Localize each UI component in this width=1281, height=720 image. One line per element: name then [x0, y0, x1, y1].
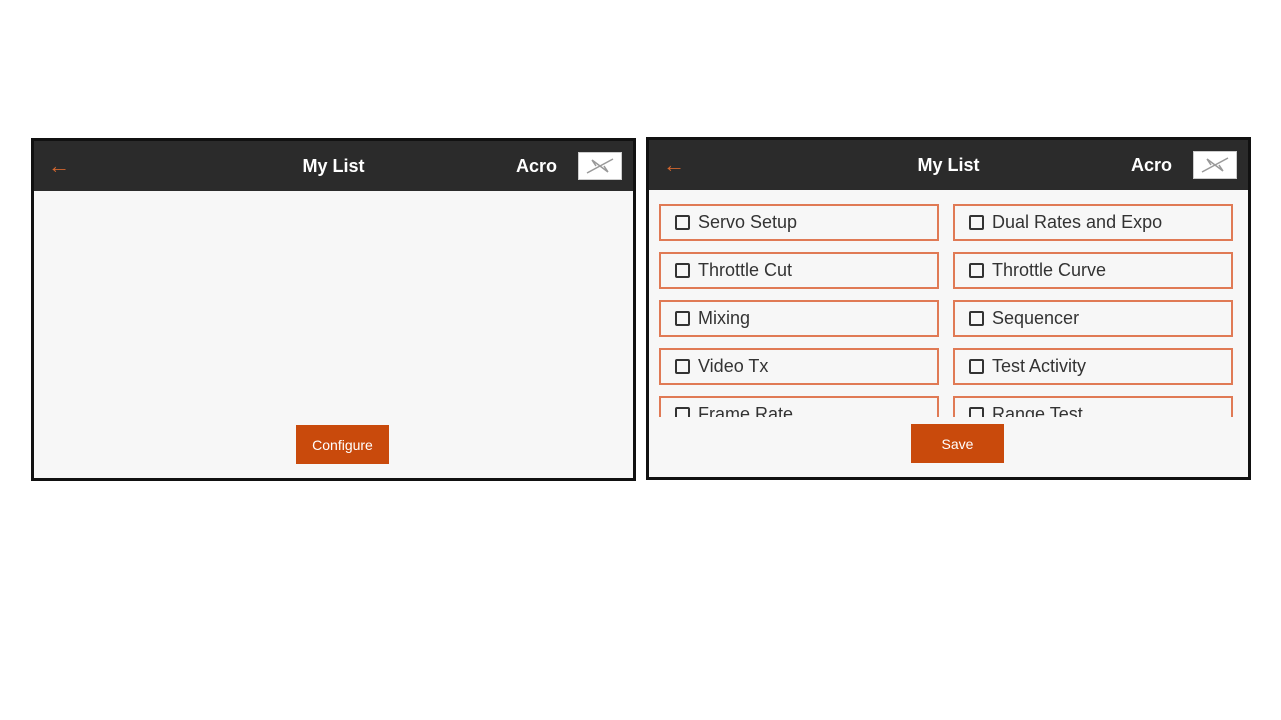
checkbox[interactable]	[675, 263, 690, 278]
item-label: Dual Rates and Expo	[992, 212, 1163, 232]
checkbox[interactable]	[969, 359, 984, 374]
model-name: Acro	[515, 156, 557, 176]
airplane-icon[interactable]	[578, 152, 622, 180]
list-item[interactable]: Throttle Cut	[659, 252, 939, 289]
item-label: Throttle Curve	[992, 260, 1107, 280]
list-item[interactable]: Sequencer	[953, 300, 1233, 337]
checkbox[interactable]	[969, 407, 984, 417]
item-label: Range Test	[992, 404, 1083, 417]
item-label: Throttle Cut	[698, 260, 793, 280]
my-list-configure-screen: ← My List Acro Servo Setup Dual Rates and…	[646, 137, 1251, 480]
checkbox[interactable]	[675, 215, 690, 230]
list-item[interactable]: Video Tx	[659, 348, 939, 385]
checkbox[interactable]	[675, 407, 690, 417]
save-button[interactable]: Save	[911, 424, 1004, 463]
my-list-empty-screen: ← My List Acro Configure	[31, 138, 636, 481]
list-item[interactable]: Throttle Curve	[953, 252, 1233, 289]
item-label: Servo Setup	[698, 212, 798, 232]
header: ← My List Acro	[34, 141, 633, 191]
item-label: Sequencer	[992, 308, 1080, 328]
list-item[interactable]: Dual Rates and Expo	[953, 204, 1233, 241]
function-list[interactable]: Servo Setup Dual Rates and Expo Throttle C…	[649, 190, 1248, 417]
list-item[interactable]: Servo Setup	[659, 204, 939, 241]
list-item[interactable]: Range Test	[953, 396, 1233, 417]
model-name: Acro	[1130, 155, 1172, 175]
checkbox[interactable]	[675, 311, 690, 326]
checkbox[interactable]	[675, 359, 690, 374]
header: ← My List Acro	[649, 140, 1248, 190]
checkbox[interactable]	[969, 311, 984, 326]
list-item[interactable]: Test Activity	[953, 348, 1233, 385]
item-label: Test Activity	[992, 356, 1087, 376]
item-label: Mixing	[698, 308, 751, 328]
checkbox[interactable]	[969, 263, 984, 278]
list-item[interactable]: Mixing	[659, 300, 939, 337]
list-item[interactable]: Frame Rate	[659, 396, 939, 417]
configure-button[interactable]: Configure	[296, 425, 389, 464]
airplane-icon[interactable]	[1193, 151, 1237, 179]
checkbox[interactable]	[969, 215, 984, 230]
item-label: Video Tx	[698, 356, 769, 376]
item-label: Frame Rate	[698, 404, 794, 417]
